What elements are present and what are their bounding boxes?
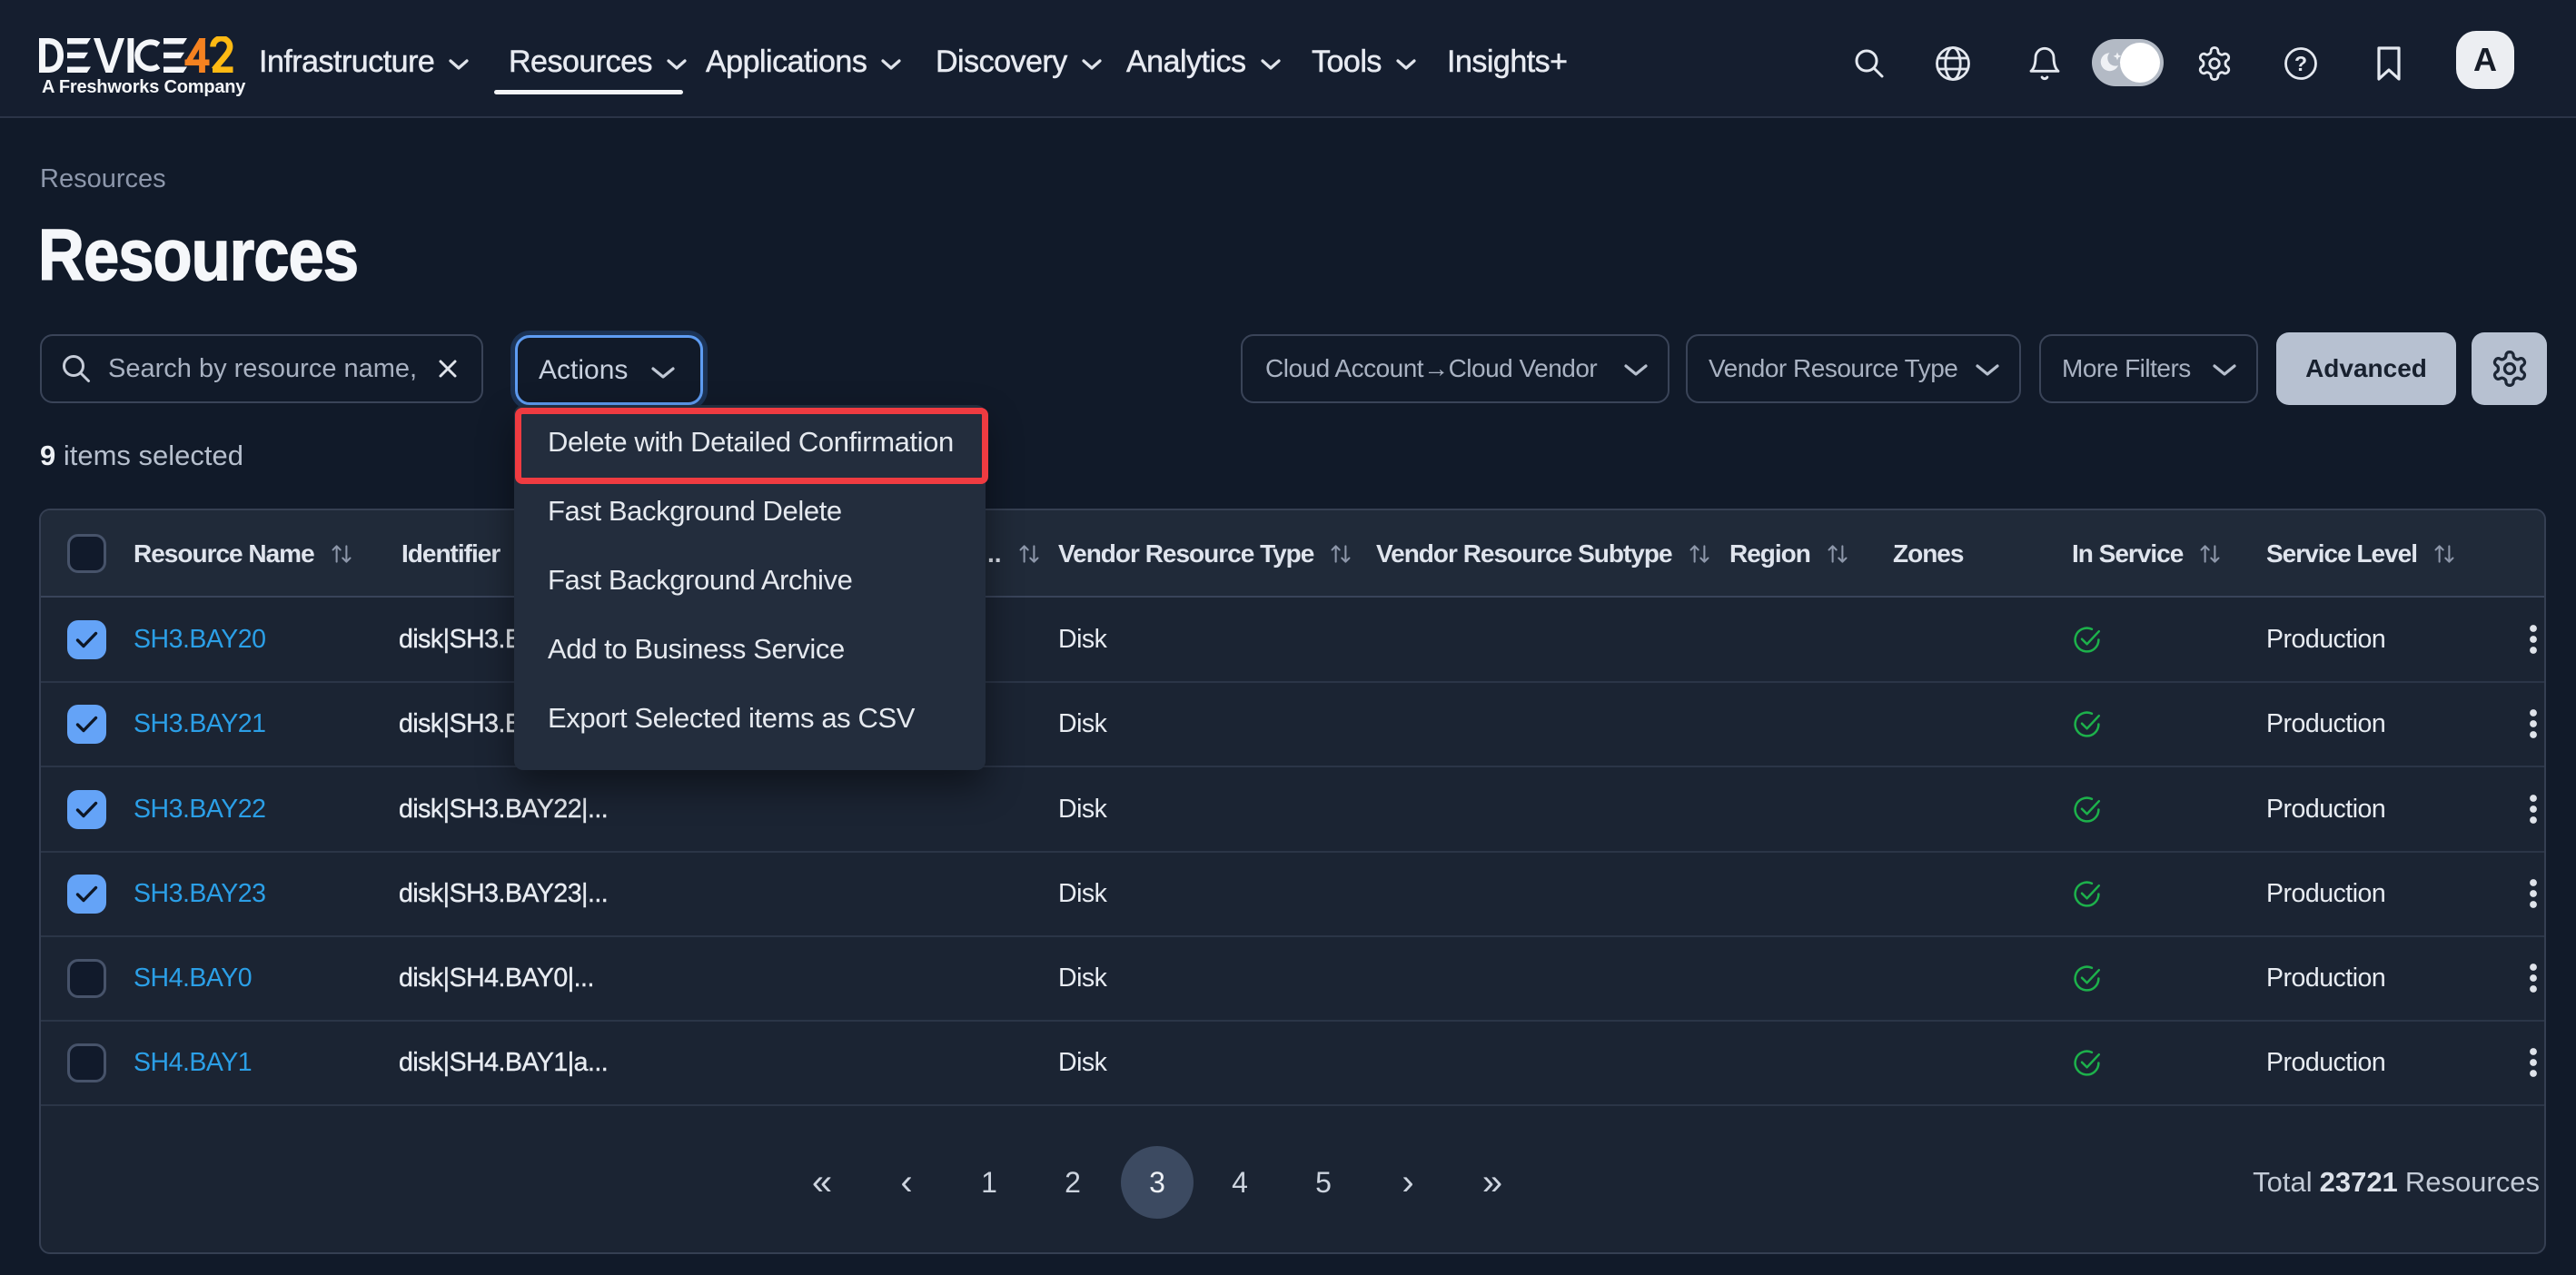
- svg-text:?: ?: [2294, 52, 2307, 75]
